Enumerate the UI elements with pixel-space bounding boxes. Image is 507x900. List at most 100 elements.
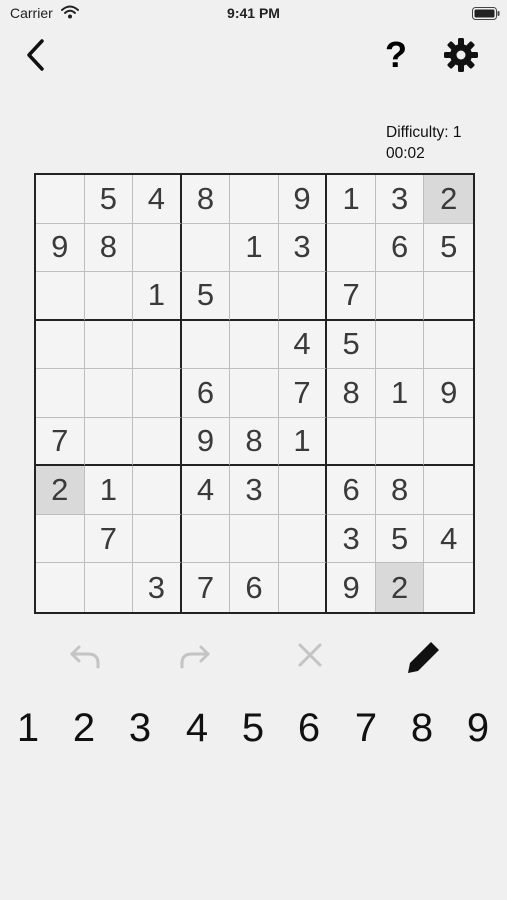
gear-icon xyxy=(444,38,478,72)
sudoku-cell[interactable]: 5 xyxy=(327,320,376,370)
sudoku-cell[interactable] xyxy=(424,563,473,612)
back-button[interactable] xyxy=(22,36,52,76)
difficulty-label: Difficulty: 1 xyxy=(386,124,462,141)
number-button[interactable]: 4 xyxy=(177,700,217,756)
sudoku-cell[interactable] xyxy=(133,466,182,515)
sudoku-cell[interactable]: 3 xyxy=(230,466,279,515)
sudoku-cell[interactable]: 4 xyxy=(424,515,473,564)
sudoku-cell[interactable]: 3 xyxy=(327,514,376,564)
number-button[interactable]: 1 xyxy=(8,700,48,756)
sudoku-cell[interactable]: 1 xyxy=(133,272,182,321)
sudoku-cell[interactable]: 9 xyxy=(278,175,328,224)
settings-button[interactable] xyxy=(443,37,479,73)
sudoku-cell[interactable] xyxy=(375,272,425,321)
sudoku-cell[interactable] xyxy=(84,417,134,467)
sudoku-cell[interactable] xyxy=(84,272,134,321)
sudoku-cell[interactable] xyxy=(133,223,182,273)
sudoku-cell[interactable]: 8 xyxy=(181,175,231,224)
sudoku-cell[interactable] xyxy=(36,514,85,564)
sudoku-cell[interactable]: 7 xyxy=(84,514,134,564)
sudoku-cell[interactable] xyxy=(230,369,279,418)
number-button[interactable]: 6 xyxy=(289,700,329,756)
sudoku-cell[interactable]: 7 xyxy=(327,272,376,321)
timer-label: 00:02 xyxy=(386,145,425,162)
number-button[interactable]: 9 xyxy=(458,700,498,756)
sudoku-cell[interactable] xyxy=(133,417,182,467)
undo-button[interactable] xyxy=(64,638,104,674)
sudoku-cell[interactable] xyxy=(278,514,328,564)
sudoku-cell[interactable]: 1 xyxy=(278,417,328,467)
sudoku-cell[interactable]: 9 xyxy=(36,223,85,273)
sudoku-cell[interactable] xyxy=(327,223,376,273)
sudoku-cell[interactable] xyxy=(230,514,279,564)
number-button[interactable]: 7 xyxy=(346,700,386,756)
sudoku-cell[interactable] xyxy=(424,272,473,321)
number-button[interactable]: 2 xyxy=(64,700,104,756)
sudoku-cell[interactable] xyxy=(424,466,473,515)
erase-button[interactable] xyxy=(290,638,330,674)
pencil-button[interactable] xyxy=(404,638,444,674)
sudoku-cell[interactable]: 9 xyxy=(424,369,473,418)
sudoku-cell[interactable] xyxy=(230,175,279,224)
sudoku-cell[interactable]: 7 xyxy=(278,369,328,418)
sudoku-cell[interactable] xyxy=(181,514,231,564)
sudoku-cell[interactable] xyxy=(279,563,328,612)
sudoku-cell[interactable]: 3 xyxy=(375,175,425,224)
sudoku-cell[interactable]: 8 xyxy=(375,466,425,515)
sudoku-cell[interactable]: 1 xyxy=(84,466,134,515)
sudoku-cell[interactable]: 7 xyxy=(36,417,85,467)
sudoku-cell[interactable]: 5 xyxy=(424,224,473,273)
sudoku-cell[interactable]: 4 xyxy=(133,175,182,224)
sudoku-cell[interactable]: 6 xyxy=(230,563,279,612)
sudoku-cell[interactable] xyxy=(375,320,425,370)
sudoku-cell[interactable] xyxy=(133,514,182,564)
sudoku-cell[interactable] xyxy=(424,321,473,370)
sudoku-cell[interactable]: 6 xyxy=(181,369,231,418)
sudoku-cell[interactable]: 4 xyxy=(278,320,328,370)
number-button[interactable]: 8 xyxy=(402,700,442,756)
number-button[interactable]: 3 xyxy=(120,700,160,756)
sudoku-cell[interactable]: 6 xyxy=(375,223,425,273)
sudoku-cell[interactable]: 1 xyxy=(375,369,425,418)
sudoku-cell[interactable]: 2 xyxy=(375,563,425,612)
sudoku-cell[interactable]: 5 xyxy=(84,175,134,224)
sudoku-cell[interactable]: 1 xyxy=(230,223,279,273)
sudoku-cell[interactable]: 8 xyxy=(327,369,376,418)
sudoku-cell[interactable] xyxy=(36,320,85,370)
sudoku-cell[interactable]: 3 xyxy=(278,223,328,273)
sudoku-cell[interactable] xyxy=(181,223,231,273)
sudoku-cell[interactable] xyxy=(278,466,328,515)
sudoku-cell[interactable] xyxy=(181,320,231,370)
sudoku-cell[interactable] xyxy=(133,369,182,418)
sudoku-cell[interactable] xyxy=(84,320,134,370)
sudoku-cell[interactable]: 4 xyxy=(181,466,231,515)
sudoku-cell[interactable] xyxy=(278,272,328,321)
help-button[interactable]: ? xyxy=(382,34,410,76)
sudoku-cell[interactable] xyxy=(36,369,85,418)
sudoku-cell[interactable]: 2 xyxy=(36,466,85,515)
sudoku-cell[interactable] xyxy=(230,272,279,321)
sudoku-cell[interactable]: 9 xyxy=(181,417,231,467)
redo-button[interactable] xyxy=(176,638,216,674)
sudoku-cell[interactable] xyxy=(327,417,376,467)
sudoku-cell[interactable]: 6 xyxy=(327,466,376,515)
sudoku-cell[interactable]: 1 xyxy=(327,175,376,224)
sudoku-cell[interactable]: 5 xyxy=(375,514,425,564)
sudoku-cell[interactable] xyxy=(133,320,182,370)
sudoku-cell[interactable]: 8 xyxy=(230,417,279,467)
sudoku-cell[interactable] xyxy=(424,418,473,467)
sudoku-cell[interactable] xyxy=(85,563,134,612)
sudoku-cell[interactable] xyxy=(36,563,85,612)
sudoku-cell[interactable]: 7 xyxy=(182,563,231,612)
sudoku-cell[interactable]: 9 xyxy=(327,563,376,612)
sudoku-cell[interactable]: 8 xyxy=(84,223,134,273)
sudoku-cell[interactable] xyxy=(230,320,279,370)
number-button[interactable]: 5 xyxy=(233,700,273,756)
sudoku-cell[interactable] xyxy=(36,272,85,321)
sudoku-cell[interactable]: 3 xyxy=(133,563,182,612)
sudoku-cell[interactable] xyxy=(375,417,425,467)
sudoku-cell[interactable] xyxy=(36,175,85,224)
sudoku-cell[interactable]: 5 xyxy=(181,272,231,321)
sudoku-cell[interactable] xyxy=(84,369,134,418)
sudoku-cell[interactable]: 2 xyxy=(424,175,473,224)
